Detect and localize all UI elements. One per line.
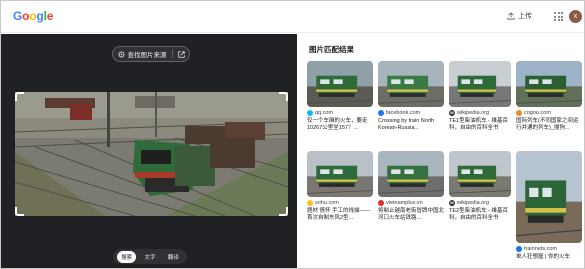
avatar[interactable]: x (569, 10, 582, 23)
logo-letter: G (13, 9, 23, 23)
site-favicon-icon: W (449, 200, 455, 206)
source-domain: facebook.com (386, 110, 421, 116)
upload-label: 上传 (518, 13, 532, 20)
result-card[interactable]: vietnamplus.vn 将制止越南老街冒牌中国北河口火车站铁路... (378, 151, 444, 222)
result-card[interactable]: Wwikipedia.org TE2型柴油机车 - 维基百科，自由的百科全书 (449, 151, 511, 222)
result-source[interactable]: Wwikipedia.org (449, 110, 511, 116)
result-thumbnail[interactable] (449, 61, 511, 107)
result-thumbnail[interactable] (516, 151, 582, 243)
result-card[interactable]: cogou.com 国际列车(不同国家之间运行并通的列车)_搜狗... (516, 61, 582, 132)
result-card[interactable]: facebook.com Crossing by train North Kore… (378, 61, 444, 132)
result-thumbnail[interactable] (449, 151, 511, 197)
result-source[interactable]: Wwikipedia.org (449, 200, 511, 206)
result-card[interactable]: qq.com 仅一个车厢的火车，要走10267公里坐157？... (307, 61, 373, 132)
site-favicon-icon (378, 200, 384, 206)
result-title[interactable]: 仅一个车厢的火车，要走10267公里坐157？... (307, 118, 373, 132)
google-logo[interactable]: Google (13, 9, 53, 23)
result-source[interactable]: qq.com (307, 110, 373, 116)
source-domain: wikipedia.org (457, 110, 490, 116)
results-title: 图片匹配结果 (309, 45, 354, 54)
source-domain: wikipedia.org (457, 200, 490, 206)
site-favicon-icon (378, 110, 384, 116)
logo-letter: e (46, 9, 54, 23)
upload-icon (507, 12, 515, 20)
apps-grid-icon[interactable] (554, 12, 563, 21)
source-domain: qq.com (315, 110, 334, 116)
mode-tab[interactable]: 文字 (140, 251, 159, 263)
open-in-new-icon (177, 50, 185, 58)
top-bar: Google 上传 x (1, 1, 584, 33)
result-title[interactable]: TE2型柴油机车 - 维基百科，自由的百科全书 (449, 208, 511, 222)
site-favicon-icon (307, 110, 313, 116)
result-card[interactable]: sohu.com 题材 情怀 手工的线描——首次自制东风2型... (307, 151, 373, 222)
result-source[interactable]: sohu.com (307, 200, 373, 206)
source-domain: sohu.com (315, 200, 339, 206)
result-card[interactable]: Wwikipedia.org TE1型柴油机车 - 维基百科，自由的百科全书 (449, 61, 511, 132)
site-favicon-icon (516, 110, 522, 116)
result-thumbnail[interactable] (307, 151, 373, 197)
result-title[interactable]: Crossing by train North Korean-Russia... (378, 118, 444, 132)
image-viewer-panel: 查找图片来源 搜索 文字 翻译 (1, 34, 297, 268)
selected-photo (15, 92, 288, 216)
site-favicon-icon: W (449, 110, 455, 116)
result-title[interactable]: 单人狂想屋 | 你的火车 (516, 254, 582, 261)
result-source[interactable]: cogou.com (516, 110, 582, 116)
result-title[interactable]: 题材 情怀 手工的线描——首次自制东风2型... (307, 208, 373, 222)
result-thumbnail[interactable] (378, 151, 444, 197)
result-source[interactable]: vietnamplus.vn (378, 200, 444, 206)
result-thumbnail[interactable] (307, 61, 373, 107)
site-favicon-icon (516, 246, 522, 252)
mode-tab[interactable]: 搜索 (117, 250, 137, 263)
source-domain: trainnets.com (524, 246, 558, 252)
result-source[interactable]: trainnets.com (516, 246, 582, 252)
result-thumbnail[interactable] (516, 61, 582, 107)
mode-tab[interactable]: 翻译 (164, 251, 183, 263)
result-title[interactable]: TE1型柴油机车 - 维基百科，自由的百科全书 (449, 118, 511, 132)
source-domain: cogou.com (524, 110, 551, 116)
result-thumbnail[interactable] (378, 61, 444, 107)
google-lens-window: Google 上传 x 查找图片来源 搜索 文字 翻译 图片匹配结果 qq.co… (0, 0, 585, 269)
source-domain: vietnamplus.vn (386, 200, 423, 206)
results-panel: 图片匹配结果 qq.com 仅一个车厢的火车，要走10267公里坐157？... f… (297, 34, 584, 268)
result-source[interactable]: facebook.com (378, 110, 444, 116)
find-source-label: 查找图片来源 (127, 52, 167, 59)
train-yard-image (15, 92, 288, 216)
result-title[interactable]: 国际列车(不同国家之间运行并通的列车)_搜狗... (516, 118, 582, 132)
lens-icon (118, 51, 124, 57)
result-title[interactable]: 将制止越南老街冒牌中国北河口火车站铁路... (378, 208, 444, 222)
find-image-source-button[interactable]: 查找图片来源 (112, 46, 190, 62)
result-card[interactable]: trainnets.com 单人狂想屋 | 你的火车 (516, 151, 582, 261)
upload-button[interactable]: 上传 (507, 11, 532, 21)
logo-letter: g (36, 9, 44, 23)
site-favicon-icon (307, 200, 313, 206)
mode-switcher: 搜索 文字 翻译 (113, 249, 187, 264)
